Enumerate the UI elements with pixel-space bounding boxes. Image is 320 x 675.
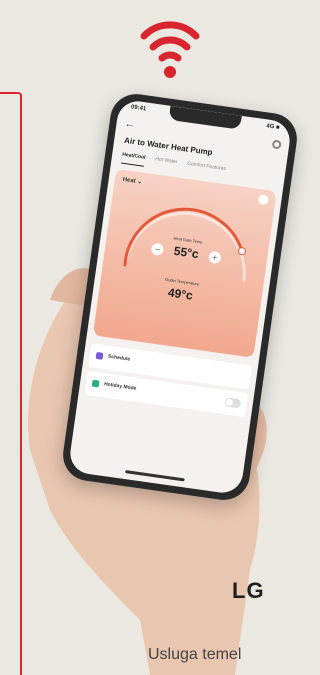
home-indicator <box>124 470 185 482</box>
tab-comfort-features[interactable]: Comfort Features <box>186 161 226 178</box>
tab-heat-cool[interactable]: Heat/Cool <box>121 151 146 167</box>
smartphone: 09:41 4G ■ ← Air to Water Heat Pump Heat… <box>59 90 301 504</box>
status-time: 09:41 <box>130 104 147 113</box>
feature-list: Schedule Holiday Mode <box>84 343 253 421</box>
back-arrow-icon[interactable]: ← <box>124 118 137 131</box>
temperature-control-card: Heat ⌄ Heat Gate Temp − 55°c + Outlet Te… <box>92 168 277 358</box>
list-item-label: Schedule <box>107 353 131 363</box>
status-battery: 4G ■ <box>265 123 280 132</box>
list-item-label: Holiday Mode <box>103 381 137 392</box>
red-frame-line <box>0 92 22 675</box>
holiday-mode-toggle[interactable] <box>224 397 242 409</box>
caption-text: Usluga temel <box>148 646 242 663</box>
schedule-icon <box>95 351 104 360</box>
phone-screen: 09:41 4G ■ ← Air to Water Heat Pump Heat… <box>67 98 293 496</box>
gear-icon[interactable] <box>271 139 282 150</box>
brand-title: LG <box>232 578 265 603</box>
wifi-icon <box>140 21 200 78</box>
holiday-icon <box>91 379 100 388</box>
tab-hot-water[interactable]: Hot Water <box>154 156 178 171</box>
